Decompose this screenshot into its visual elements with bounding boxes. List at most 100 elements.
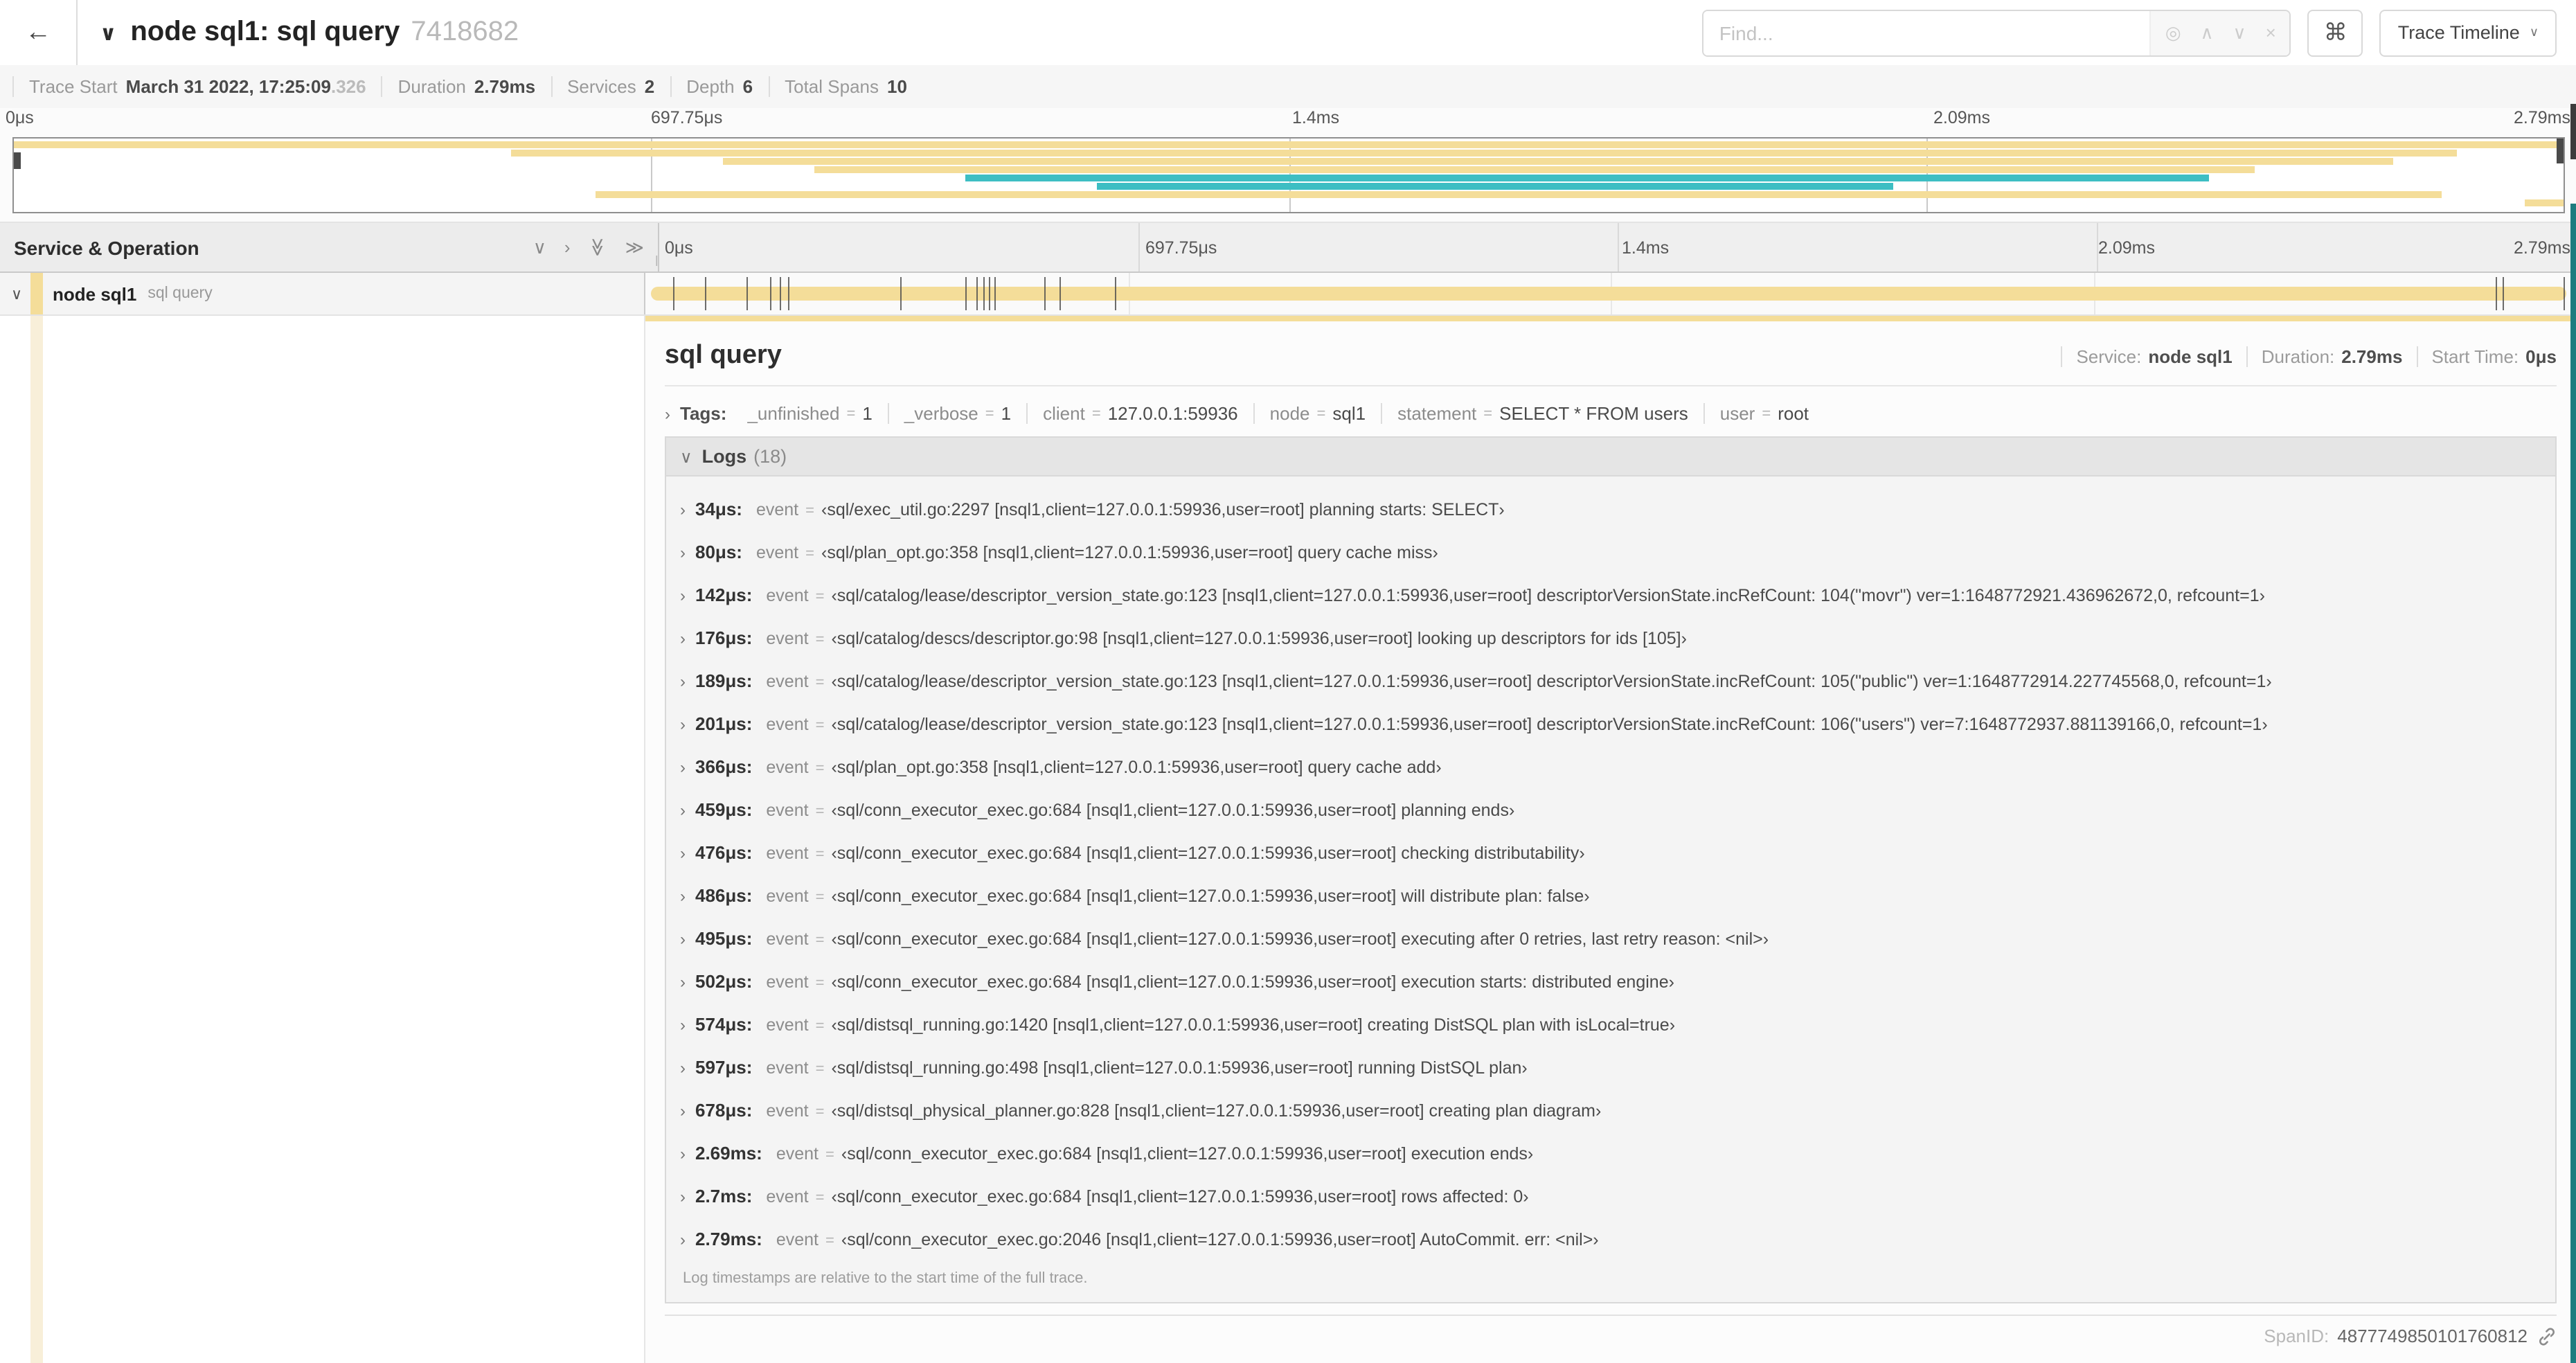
trace-id: 7418682 [411, 17, 519, 47]
log-entry[interactable]: › 142μs: event = ‹sql/catalog/lease/descri… [680, 573, 2544, 616]
span-name-cell[interactable]: ∨ node sql1 sql query [0, 273, 644, 314]
next-result-icon[interactable]: ∨ [2233, 24, 2246, 42]
service-operation-header: Service & Operation ∨ › ≫ ≫ ‖ [0, 223, 661, 271]
meta-label: Start Time: [2431, 346, 2519, 367]
chevron-right-icon[interactable]: › [680, 1101, 686, 1120]
chevron-down-icon[interactable]: ∨ [11, 285, 22, 303]
log-entry[interactable]: › 502μs: event = ‹sql/conn_executor_exec.g… [680, 960, 2544, 1003]
equals-sign: = [815, 588, 825, 605]
back-button[interactable]: ← [0, 0, 78, 65]
log-entry[interactable]: › 2.7ms: event = ‹sql/conn_executor_exec.g… [680, 1175, 2544, 1218]
log-entry[interactable]: › 176μs: event = ‹sql/catalog/descs/descri… [680, 616, 2544, 659]
locate-icon[interactable]: ◎ [2165, 24, 2181, 42]
log-key: event [766, 1015, 809, 1034]
log-entry[interactable]: › 2.69ms: event = ‹sql/conn_executor_exec.… [680, 1132, 2544, 1175]
log-key: event [755, 499, 799, 519]
tree-controls: ∨ › ≫ ≫ [533, 238, 644, 256]
log-field: event = ‹sql/catalog/descs/descriptor.go:9… [766, 628, 1687, 648]
span-bar-cell[interactable] [644, 273, 2576, 314]
scrollbar-track [2570, 204, 2576, 1363]
tags-section-toggle[interactable]: › Tags: _unfinished = 1 _verbose = 1 cli… [665, 403, 2557, 424]
collapse-all-icon[interactable]: ≫ [587, 238, 608, 256]
meta-label: Duration: [2261, 346, 2335, 367]
chevron-right-icon[interactable]: › [680, 800, 686, 819]
log-key: event [766, 628, 809, 648]
vertical-scrollbar[interactable] [2570, 103, 2576, 1363]
log-entry[interactable]: › 34μs: event = ‹sql/exec_util.go:2297 [ns… [680, 488, 2544, 531]
chevron-right-icon[interactable]: › [680, 1143, 686, 1163]
chevron-right-icon[interactable]: › [680, 1186, 686, 1206]
log-timestamp: 597μs: [695, 1057, 753, 1078]
tag-key: _unfinished [747, 403, 840, 424]
log-entry[interactable]: › 476μs: event = ‹sql/conn_executor_exec.g… [680, 831, 2544, 874]
chevron-right-icon[interactable]: › [680, 929, 686, 948]
timeline-minimap[interactable] [12, 137, 2565, 213]
chevron-right-icon[interactable]: › [680, 886, 686, 905]
chevron-right-icon[interactable]: › [680, 628, 686, 648]
chevron-right-icon[interactable]: › [680, 1015, 686, 1034]
equals-sign: = [1316, 405, 1326, 422]
tag-item: _unfinished = 1 [732, 403, 887, 424]
log-entry[interactable]: › 2.79ms: event = ‹sql/conn_executor_exec.… [680, 1218, 2544, 1260]
deep-link-icon[interactable] [2537, 1326, 2557, 1346]
find-input[interactable] [1703, 10, 2150, 55]
tag-value: root [1778, 403, 1809, 424]
log-entry[interactable]: › 597μs: event = ‹sql/distsql_running.go:4… [680, 1046, 2544, 1089]
chevron-right-icon[interactable]: › [680, 671, 686, 691]
timeline-minimap-section: 0μs 697.75μs 1.4ms 2.09ms 2.79ms [0, 108, 2576, 223]
tag-value: 1 [862, 403, 873, 424]
logs-section-toggle[interactable]: ∨ Logs (18) [666, 438, 2555, 476]
trace-header-collapse-toggle[interactable]: ∨ [100, 20, 116, 45]
log-entry[interactable]: › 574μs: event = ‹sql/distsql_running.go:1… [680, 1003, 2544, 1046]
log-entry[interactable]: › 80μs: event = ‹sql/plan_opt.go:358 [nsql… [680, 531, 2544, 573]
chevron-right-icon[interactable]: › [680, 714, 686, 733]
top-bar-controls: ◎ ∧ ∨ × ⌘ Trace Timeline ∨ [1702, 9, 2557, 56]
log-value: ‹sql/conn_executor_exec.go:684 [nsql1,cl… [841, 1143, 1534, 1163]
log-field: event = ‹sql/catalog/lease/descriptor_vers… [766, 585, 2265, 605]
chevron-right-icon[interactable]: › [680, 972, 686, 991]
log-key: event [766, 714, 809, 733]
log-marker-tick [770, 277, 772, 310]
log-timestamp: 80μs: [695, 542, 742, 562]
chevron-right-icon[interactable]: › [680, 1058, 686, 1077]
log-entry[interactable]: › 495μs: event = ‹sql/conn_executor_exec.g… [680, 917, 2544, 960]
ruler-tick-label: 2.09ms [1933, 108, 1990, 127]
log-value: ‹sql/plan_opt.go:358 [nsql1,client=127.0… [821, 542, 1438, 562]
expand-one-icon[interactable]: › [564, 238, 571, 256]
log-entry[interactable]: › 678μs: event = ‹sql/distsql_physical_pla… [680, 1089, 2544, 1132]
chevron-right-icon[interactable]: › [680, 585, 686, 605]
log-value: ‹sql/conn_executor_exec.go:2046 [nsql1,c… [841, 1229, 1599, 1249]
log-entry[interactable]: › 201μs: event = ‹sql/catalog/lease/descri… [680, 702, 2544, 745]
prev-result-icon[interactable]: ∧ [2201, 24, 2214, 42]
chevron-right-icon[interactable]: › [680, 757, 686, 776]
equals-sign: = [815, 803, 825, 819]
equals-sign: = [1483, 405, 1493, 422]
log-entry[interactable]: › 459μs: event = ‹sql/conn_executor_exec.g… [680, 788, 2544, 831]
minimap-span-bar [2525, 199, 2564, 206]
log-entry[interactable]: › 189μs: event = ‹sql/catalog/lease/descri… [680, 659, 2544, 702]
span-operation-name: sql query [147, 285, 213, 302]
log-marker-tick [994, 277, 996, 310]
minimap-left-scrubber[interactable] [14, 152, 21, 170]
chevron-right-icon[interactable]: › [680, 1229, 686, 1249]
keyboard-shortcuts-button[interactable]: ⌘ [2307, 9, 2363, 56]
chevron-right-icon[interactable]: › [680, 542, 686, 562]
meta-label: Service: [2076, 346, 2142, 367]
log-timestamp: 2.79ms: [695, 1229, 762, 1249]
log-key: event [766, 1058, 809, 1077]
expand-all-icon[interactable]: ≫ [625, 238, 644, 256]
scrollbar-thumb[interactable] [2570, 104, 2576, 159]
log-entry[interactable]: › 486μs: event = ‹sql/conn_executor_exec.g… [680, 874, 2544, 917]
clear-search-icon[interactable]: × [2266, 24, 2276, 42]
chevron-right-icon[interactable]: › [680, 843, 686, 862]
span-row[interactable]: ∨ node sql1 sql query [0, 273, 2576, 316]
view-options-dropdown[interactable]: Trace Timeline ∨ [2379, 9, 2557, 56]
span-id-label: SpanID: [2264, 1326, 2329, 1346]
log-timestamp: 495μs: [695, 928, 753, 949]
log-value: ‹sql/plan_opt.go:358 [nsql1,client=127.0… [831, 757, 1442, 776]
collapse-one-icon[interactable]: ∨ [533, 238, 546, 256]
minimap-right-scrubber[interactable] [2557, 139, 2564, 164]
log-entry[interactable]: › 366μs: event = ‹sql/plan_opt.go:358 [nsq… [680, 745, 2544, 788]
minimap-span-bar [814, 166, 2255, 173]
chevron-right-icon[interactable]: › [680, 499, 686, 519]
